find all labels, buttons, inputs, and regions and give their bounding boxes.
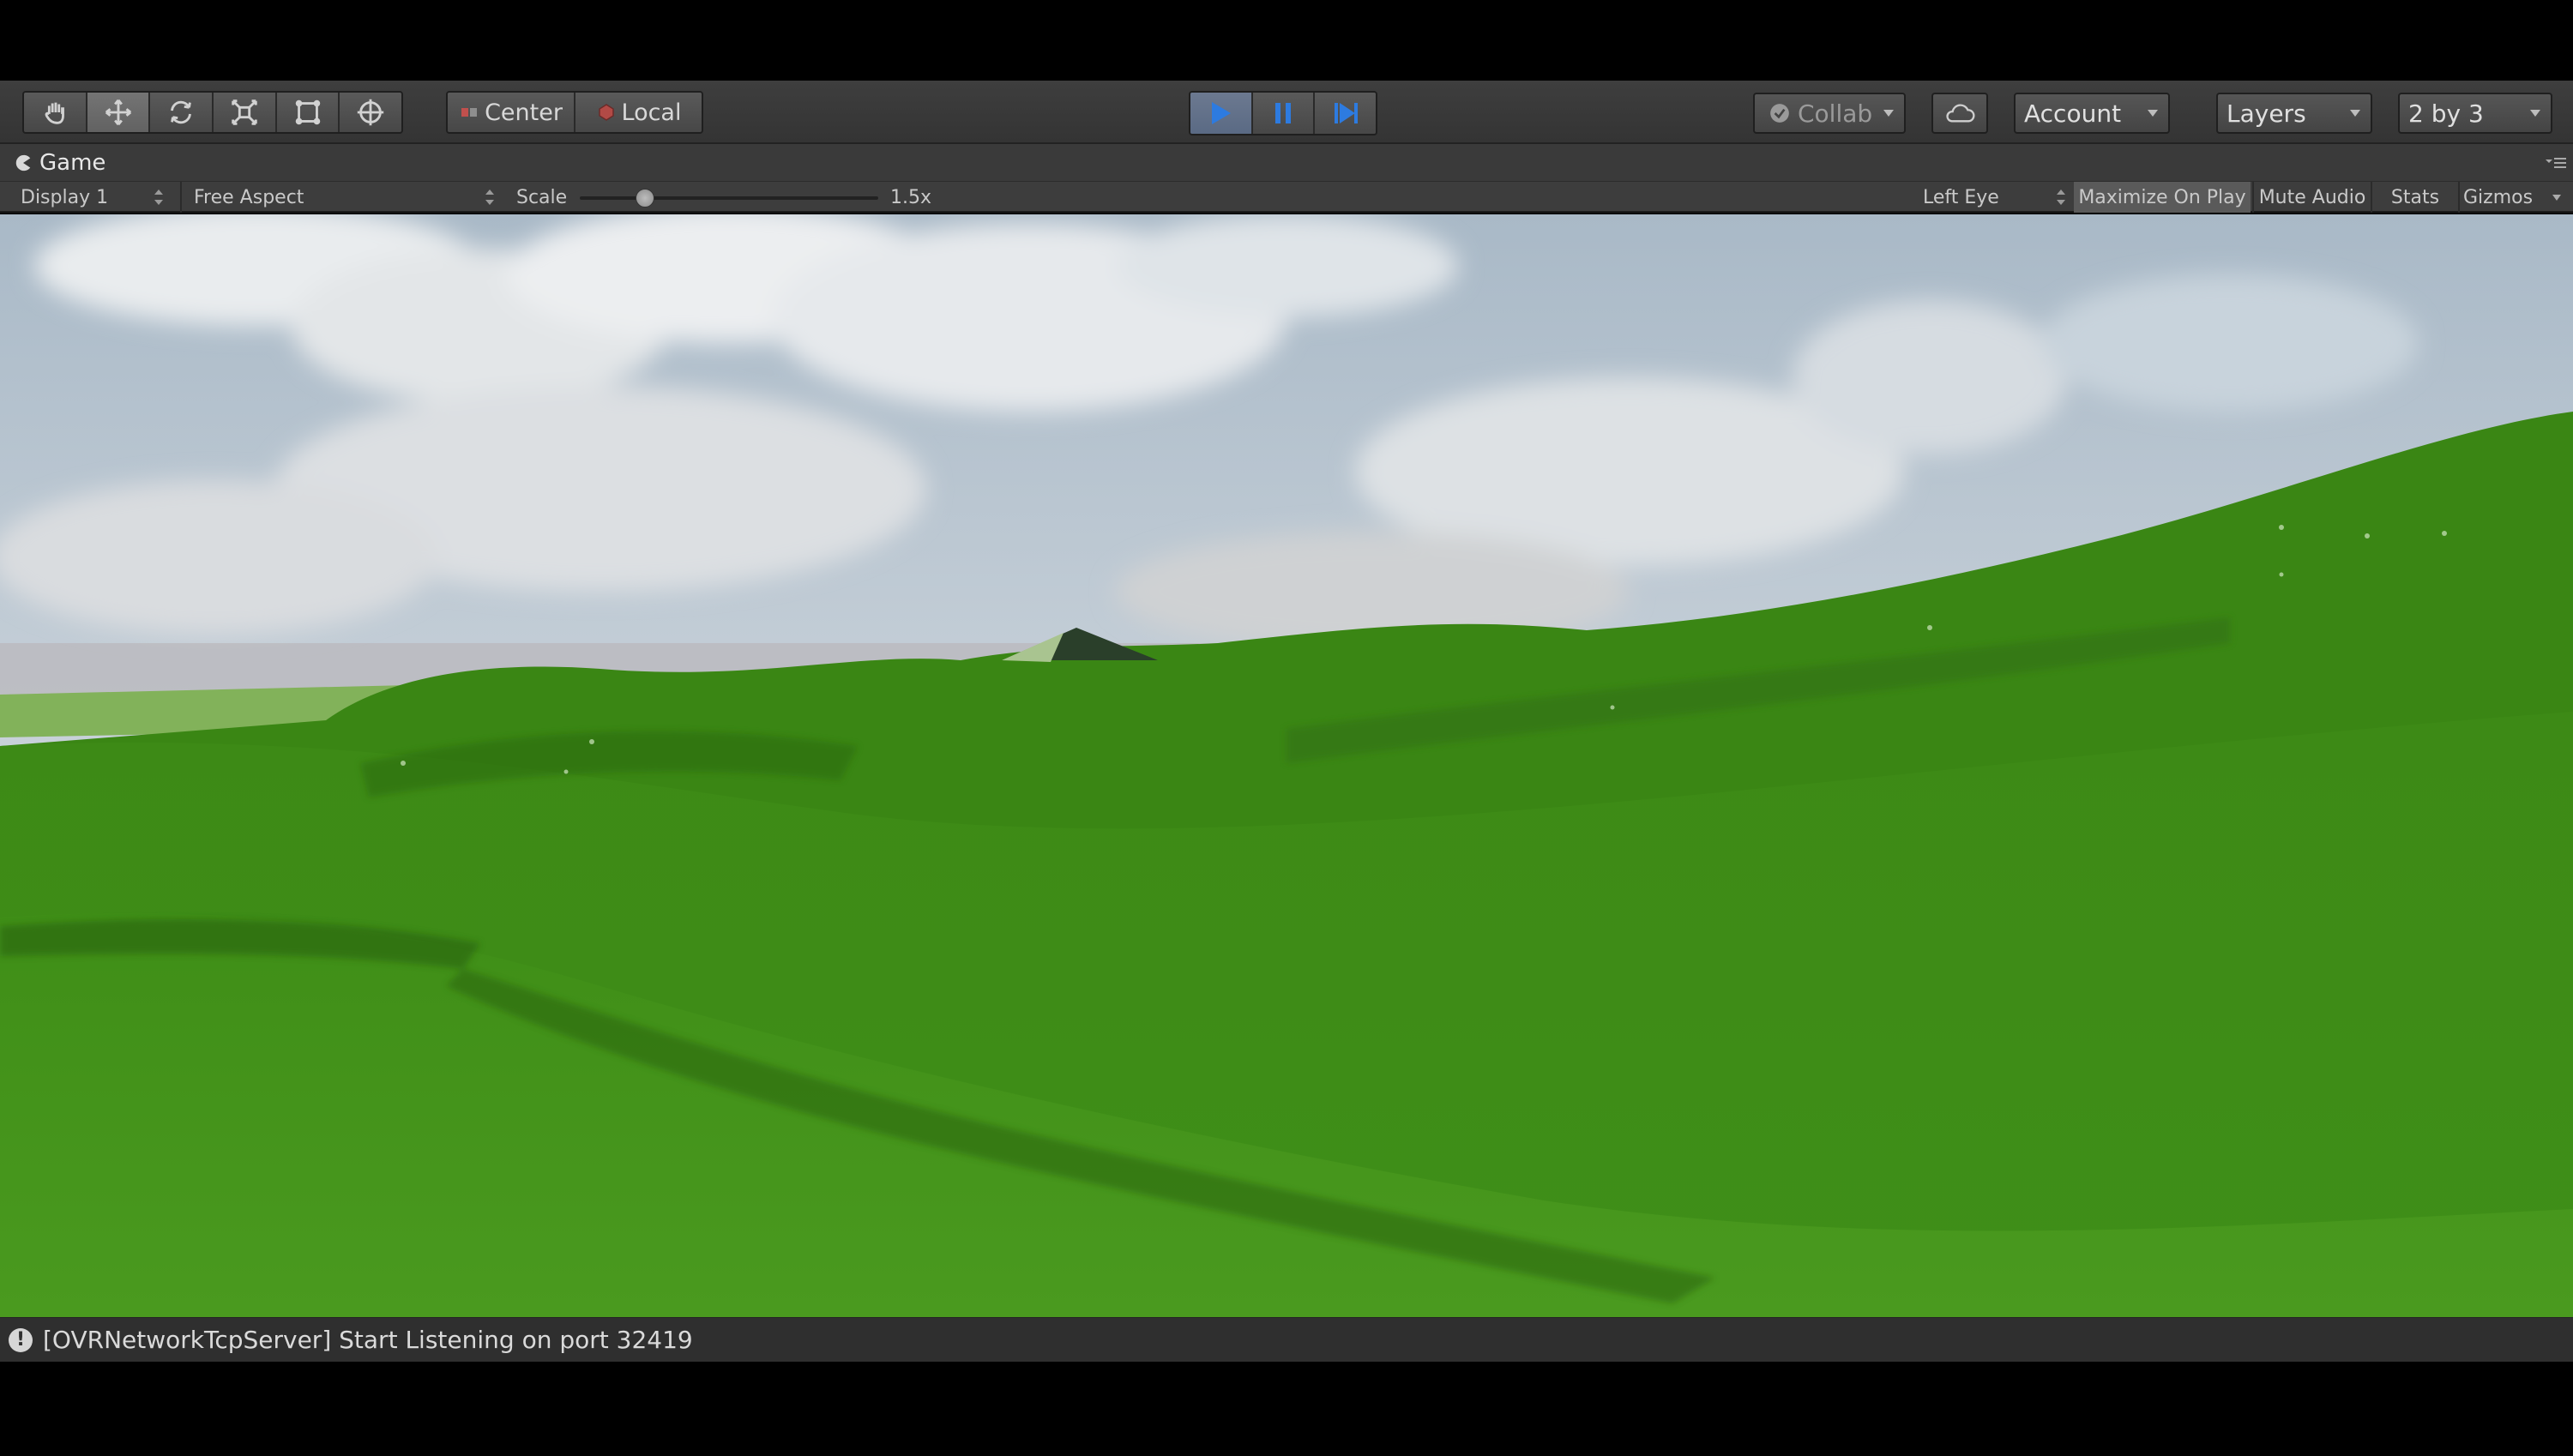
maximize-label: Maximize On Play xyxy=(2078,186,2246,208)
aspect-label: Free Aspect xyxy=(194,186,304,208)
play-button[interactable] xyxy=(1190,93,1253,134)
tab-game[interactable]: Game xyxy=(14,147,105,178)
eye-label: Left Eye xyxy=(1923,186,1999,208)
updown-icon xyxy=(154,190,163,205)
layout-label: 2 by 3 xyxy=(2408,99,2484,128)
letterbox-top xyxy=(0,0,2573,81)
hand-tool-icon xyxy=(45,102,64,124)
stats-toggle[interactable]: Stats xyxy=(2374,182,2456,213)
scene-render xyxy=(0,214,2573,1317)
pivot-center-button[interactable]: Center xyxy=(448,93,575,132)
layers-dropdown[interactable]: Layers xyxy=(2216,93,2372,134)
scale-label: Scale xyxy=(516,186,568,208)
transform-tool-button[interactable] xyxy=(340,93,401,132)
pivot-local-button[interactable]: Local xyxy=(575,93,702,132)
cloud-button[interactable] xyxy=(1931,93,1988,134)
gizmos-dropdown[interactable]: Gizmos xyxy=(2462,182,2568,213)
game-tab-label: Game xyxy=(39,150,106,176)
move-tool-button[interactable] xyxy=(87,93,151,132)
pivot-local-icon xyxy=(598,104,614,121)
pause-icon xyxy=(1275,103,1291,123)
account-label: Account xyxy=(2024,99,2122,128)
transform-tool-icon xyxy=(357,99,384,126)
updown-icon xyxy=(2057,190,2065,205)
playback-controls xyxy=(1189,91,1377,135)
scale-slider-thumb[interactable] xyxy=(636,189,655,208)
updown-icon xyxy=(485,190,494,205)
display-select[interactable]: Display 1 xyxy=(10,182,170,213)
panel-menu-icon[interactable] xyxy=(2544,154,2568,171)
gizmos-label: Gizmos xyxy=(2463,186,2534,208)
chevron-down-icon xyxy=(2148,110,2158,117)
divider xyxy=(2371,182,2372,213)
divider xyxy=(2252,182,2254,213)
pivot-center-label: Center xyxy=(485,99,563,126)
scale-tool-icon xyxy=(232,99,257,125)
mute-label: Mute Audio xyxy=(2258,186,2366,208)
play-icon xyxy=(1212,102,1232,124)
main-toolbar: Center Local Collab Account Layers 2 by … xyxy=(0,81,2573,144)
rect-tool-icon xyxy=(295,99,320,125)
layout-dropdown[interactable]: 2 by 3 xyxy=(2398,93,2552,134)
pivot-local-label: Local xyxy=(621,99,682,126)
rotate-tool-icon xyxy=(171,100,192,124)
scale-value: 1.5x xyxy=(890,186,932,208)
chevron-down-icon xyxy=(2350,110,2360,117)
pivot-center-icon xyxy=(461,108,478,117)
account-dropdown[interactable]: Account xyxy=(2014,93,2170,134)
pivot-controls: Center Local xyxy=(446,91,703,134)
info-icon: ! xyxy=(9,1327,33,1352)
chevron-down-icon xyxy=(1883,110,1894,117)
collab-check-icon xyxy=(1770,104,1789,123)
game-tab-bar: Game xyxy=(0,144,2573,182)
eye-select[interactable]: Left Eye xyxy=(1913,182,2067,213)
divider xyxy=(2458,182,2460,213)
step-button[interactable] xyxy=(1315,93,1376,134)
chevron-down-icon xyxy=(2552,195,2561,201)
move-tool-icon xyxy=(105,99,131,126)
rect-tool-button[interactable] xyxy=(276,93,340,132)
game-controls: Display 1 Free Aspect Scale 1.5x Left Ey… xyxy=(0,182,2573,213)
maximize-on-play-toggle[interactable]: Maximize On Play xyxy=(2074,182,2251,213)
pause-button[interactable] xyxy=(1252,93,1316,134)
collab-label: Collab xyxy=(1798,99,1873,128)
stats-label: Stats xyxy=(2390,186,2440,208)
aspect-select[interactable]: Free Aspect xyxy=(184,182,506,213)
divider xyxy=(180,182,182,213)
step-icon xyxy=(1334,103,1358,123)
cloud-icon xyxy=(1946,104,1975,123)
display-label: Display 1 xyxy=(21,186,109,208)
collab-dropdown[interactable]: Collab xyxy=(1753,93,1906,134)
scale-slider-track[interactable] xyxy=(580,196,878,200)
letterbox-bottom xyxy=(0,1362,2573,1456)
status-message: [OVRNetworkTcpServer] Start Listening on… xyxy=(43,1326,693,1354)
game-viewport[interactable] xyxy=(0,214,2573,1317)
pacman-game-icon xyxy=(15,154,31,171)
hand-tool-button[interactable] xyxy=(24,93,87,132)
rotate-tool-button[interactable] xyxy=(150,93,214,132)
scale-tool-button[interactable] xyxy=(214,93,277,132)
layers-label: Layers xyxy=(2227,99,2306,128)
chevron-down-icon xyxy=(2530,110,2540,117)
transform-tools xyxy=(22,91,403,134)
console-status-bar[interactable]: ! [OVRNetworkTcpServer] Start Listening … xyxy=(0,1317,2573,1362)
mute-audio-toggle[interactable]: Mute Audio xyxy=(2256,182,2369,213)
